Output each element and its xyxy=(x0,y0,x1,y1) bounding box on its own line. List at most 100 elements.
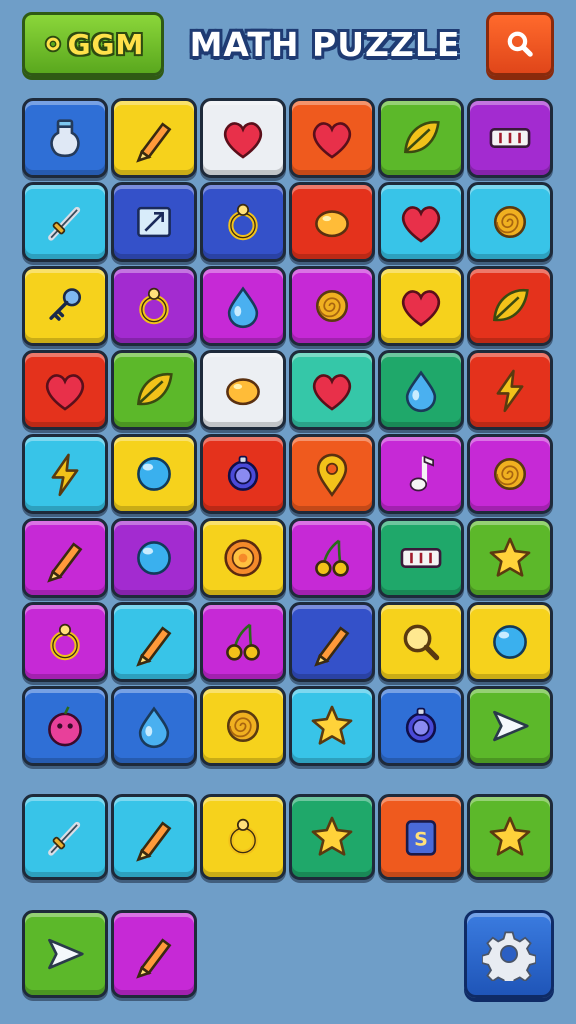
puzzle-tile[interactable] xyxy=(289,266,375,346)
egg-icon xyxy=(315,210,349,238)
egg-icon xyxy=(226,378,260,406)
swirl-icon xyxy=(315,289,349,323)
sword-icon xyxy=(48,206,81,241)
puzzle-tile[interactable] xyxy=(467,602,553,682)
puzzle-tile[interactable] xyxy=(467,350,553,430)
search-button[interactable] xyxy=(486,12,554,76)
arrow-icon xyxy=(493,710,529,742)
bolt-icon xyxy=(51,453,79,497)
puzzle-tile[interactable] xyxy=(22,602,108,682)
puzzle-tile[interactable] xyxy=(289,434,375,514)
puzzle-tile[interactable] xyxy=(467,98,553,178)
puzzle-tile[interactable] xyxy=(289,350,375,430)
gear-icon xyxy=(44,35,61,53)
puzzle-tile[interactable] xyxy=(200,182,286,262)
drop-icon xyxy=(227,286,259,329)
search-icon xyxy=(403,624,440,661)
puzzle-tile[interactable] xyxy=(111,686,197,766)
tile-tray: S xyxy=(22,794,553,882)
leaf-icon xyxy=(404,120,440,154)
puzzle-tile[interactable] xyxy=(200,794,286,880)
puzzle-tile[interactable] xyxy=(378,350,464,430)
puzzle-tile[interactable] xyxy=(200,434,286,514)
crayon-icon xyxy=(136,938,172,979)
puzzle-tile[interactable] xyxy=(289,686,375,766)
puzzle-tile[interactable] xyxy=(467,182,553,262)
puzzle-tile[interactable] xyxy=(111,98,197,178)
puzzle-tile[interactable] xyxy=(378,602,464,682)
puzzle-tile[interactable] xyxy=(378,434,464,514)
puzzle-tile[interactable] xyxy=(200,518,286,598)
card-icon: S xyxy=(405,820,437,856)
sun-icon xyxy=(224,539,262,577)
puzzle-tile[interactable] xyxy=(200,266,286,346)
star-icon xyxy=(311,705,353,745)
puzzle-tile[interactable] xyxy=(378,518,464,598)
puzzle-tile[interactable] xyxy=(200,350,286,430)
puzzle-tile[interactable] xyxy=(200,686,286,766)
puzzle-tile[interactable] xyxy=(378,686,464,766)
svg-text:S: S xyxy=(414,829,428,851)
puzzle-tile[interactable] xyxy=(467,266,553,346)
puzzle-tile[interactable] xyxy=(289,602,375,682)
key-icon xyxy=(49,288,82,321)
settings-button[interactable] xyxy=(464,910,554,998)
gem-icon xyxy=(405,707,437,743)
puzzle-tile[interactable] xyxy=(22,910,108,998)
page-title: MATH PUZZLE xyxy=(189,24,461,64)
ring-icon xyxy=(50,623,80,661)
sword-icon xyxy=(48,821,81,856)
puzzle-tile[interactable] xyxy=(289,518,375,598)
heart-icon xyxy=(45,374,85,411)
puzzle-tile[interactable] xyxy=(22,182,108,262)
crayon-icon xyxy=(136,821,172,862)
ring-icon xyxy=(228,203,258,241)
tool-tray xyxy=(22,910,197,998)
puzzle-tile[interactable] xyxy=(111,602,197,682)
puzzle-tile[interactable] xyxy=(22,266,108,346)
puzzle-tile[interactable] xyxy=(289,794,375,880)
puzzle-tile[interactable] xyxy=(22,434,108,514)
puzzle-tile[interactable] xyxy=(467,794,553,880)
puzzle-tile[interactable] xyxy=(111,182,197,262)
puzzle-tile[interactable] xyxy=(467,434,553,514)
ball-icon xyxy=(493,625,527,659)
star-icon xyxy=(311,816,353,856)
search-icon xyxy=(507,31,533,57)
puzzle-tile[interactable] xyxy=(22,518,108,598)
map-icon xyxy=(137,206,171,238)
heart-icon xyxy=(401,290,441,327)
puzzle-tile[interactable] xyxy=(200,98,286,178)
puzzle-tile[interactable] xyxy=(22,98,108,178)
counter-icon xyxy=(489,128,531,148)
ball-icon xyxy=(137,457,171,491)
puzzle-tile[interactable] xyxy=(111,266,197,346)
leaf-icon xyxy=(493,288,529,322)
puzzle-tile[interactable] xyxy=(22,350,108,430)
puzzle-tile[interactable] xyxy=(378,98,464,178)
logo-text: GGM xyxy=(67,27,145,61)
crayon-icon xyxy=(47,542,83,583)
puzzle-tile[interactable] xyxy=(22,686,108,766)
puzzle-tile[interactable] xyxy=(289,98,375,178)
puzzle-tile[interactable]: S xyxy=(378,794,464,880)
note-icon xyxy=(409,455,434,492)
puzzle-tile[interactable] xyxy=(378,182,464,262)
puzzle-tile[interactable] xyxy=(111,350,197,430)
puzzle-tile[interactable] xyxy=(200,602,286,682)
puzzle-tile[interactable] xyxy=(111,910,197,998)
puzzle-tile[interactable] xyxy=(467,518,553,598)
drop-icon xyxy=(405,370,437,413)
ball-icon xyxy=(137,541,171,575)
puzzle-tile[interactable] xyxy=(111,434,197,514)
swirl-icon xyxy=(226,709,260,743)
puzzle-tile[interactable] xyxy=(22,794,108,880)
puzzle-tile[interactable] xyxy=(289,182,375,262)
crayon-icon xyxy=(136,626,172,667)
puzzle-grid xyxy=(22,98,553,770)
puzzle-tile[interactable] xyxy=(111,518,197,598)
puzzle-tile[interactable] xyxy=(378,266,464,346)
puzzle-tile[interactable] xyxy=(467,686,553,766)
puzzle-tile[interactable] xyxy=(111,794,197,880)
logo-button[interactable]: GGM xyxy=(22,12,164,76)
